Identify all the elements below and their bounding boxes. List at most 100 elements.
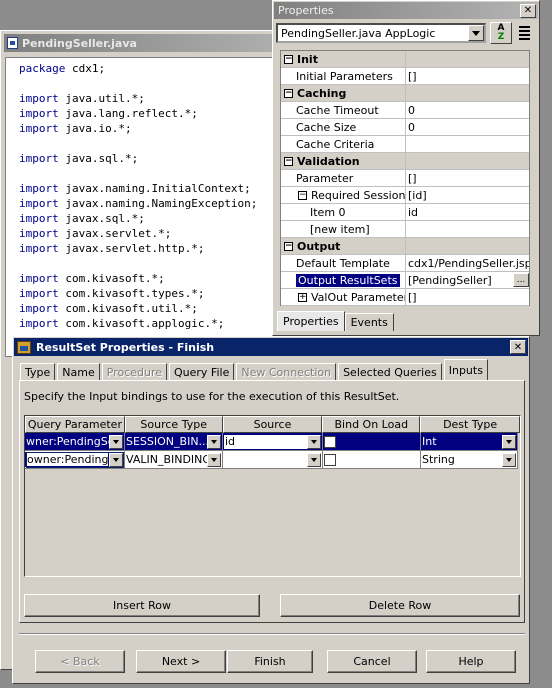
delete-row-button[interactable]: Delete Row [280,594,520,617]
code-line: import com.kivasoft.util.*; [19,301,284,316]
finish-button[interactable]: Finish [227,650,313,673]
tab-properties[interactable]: Properties [277,311,345,331]
column-header[interactable]: Source Type [124,416,223,433]
editor-titlebar[interactable]: PendingSeller.java [4,34,286,52]
input-bindings-table[interactable]: Query Parameter Source Type Source Bind On … [24,415,521,577]
next-button[interactable]: Next > [136,650,226,673]
cancel-button[interactable]: Cancel [327,650,417,673]
property-value[interactable] [406,136,529,152]
chevron-down-icon[interactable] [468,25,484,41]
collapse-icon[interactable]: − [284,241,293,251]
property-row[interactable]: Item 0 id [281,204,529,221]
property-name: Init [297,52,318,66]
source-input[interactable] [224,452,307,467]
property-value[interactable]: [] [406,170,529,186]
code-editor[interactable]: package cdx1; import java.util.*; import j… [5,57,285,357]
source-cell[interactable] [223,451,323,469]
column-header[interactable]: Query Parameter [25,416,125,433]
bind-on-load-checkbox[interactable] [324,453,336,466]
sort-alphabetical-button[interactable]: A Z [490,22,512,44]
chevron-down-icon[interactable] [109,434,123,449]
property-name: ValOut Parameter [311,290,406,304]
property-value[interactable]: id [406,204,529,220]
chevron-down-icon[interactable] [207,452,221,467]
tab-type[interactable]: Type [20,363,56,381]
property-row[interactable]: Output ResultSets [PendingSeller]... [281,272,529,289]
property-value[interactable]: cdx1/PendingSeller.jsp [406,255,529,271]
property-category-row[interactable]: − Output [281,238,529,255]
dest-type-cell[interactable]: Int [421,433,518,451]
properties-window: Properties ✕ PendingSeller.java AppLogic… [272,0,540,336]
back-button[interactable]: < Back [35,650,125,673]
object-select[interactable]: PendingSeller.java AppLogic [276,23,486,43]
property-name-cell: − Validation [281,153,406,169]
code-keyword: import [19,302,59,315]
property-row[interactable]: Initial Parameters [] [281,68,529,85]
chevron-down-icon[interactable] [109,452,123,467]
chevron-down-icon[interactable] [502,434,516,449]
source-cell[interactable]: id [223,433,323,451]
bind-on-load-checkbox[interactable] [324,435,336,448]
property-value[interactable]: 0 [406,119,529,135]
property-value[interactable]: [] [406,68,529,84]
property-name: Validation [297,154,360,168]
tab-inputs[interactable]: Inputs [443,359,488,381]
property-row[interactable]: Cache Timeout 0 [281,102,529,119]
chevron-down-icon[interactable] [307,434,321,449]
tab-selected-queries[interactable]: Selected Queries [338,363,442,381]
properties-titlebar[interactable]: Properties ✕ [274,2,538,19]
query-parameter-cell[interactable]: wner:PendingSel [25,433,125,451]
property-category-row[interactable]: − Init [281,51,529,68]
dest-type-cell[interactable]: String [421,451,518,469]
column-header[interactable]: Dest Type [420,416,520,433]
collapse-icon[interactable]: − [284,88,293,98]
property-name-cell: − Required Sessions [281,187,406,203]
source-type-cell[interactable]: SESSION_BIN... [125,433,223,451]
property-row[interactable]: Default Template cdx1/PendingSeller.jsp [281,255,529,272]
property-row[interactable]: Cache Size 0 [281,119,529,136]
close-icon[interactable]: ✕ [520,3,536,18]
table-row[interactable]: owner:PendingSeller VALIN_BINDING String [25,451,520,469]
property-category-row[interactable]: − Validation [281,153,529,170]
table-row[interactable]: wner:PendingSel SESSION_BIN... id Int [25,433,520,451]
expand-icon[interactable]: + [298,292,307,302]
property-value[interactable] [406,221,529,237]
property-grid[interactable]: − Init Initial Parameters[] − Caching Cache T… [280,50,530,306]
help-button[interactable]: Help [426,650,516,673]
query-parameter-cell-value: wner:PendingSel [26,435,109,448]
code-text: java.sql.*; [58,152,139,165]
chevron-down-icon[interactable] [502,452,516,467]
tab-query-file[interactable]: Query File [169,363,235,381]
property-value[interactable]: 0 [406,102,529,118]
tab-events[interactable]: Events [344,313,394,331]
source-type-cell[interactable]: VALIN_BINDING [125,451,223,469]
categorized-view-icon[interactable] [515,22,535,44]
ellipsis-button[interactable]: ... [513,273,529,287]
insert-row-button[interactable]: Insert Row [24,594,260,617]
property-row[interactable]: Parameter [] [281,170,529,187]
property-value[interactable]: [] [406,289,529,305]
property-row[interactable]: [new item] [281,221,529,238]
property-row[interactable]: + ValOut Parameter[] [281,289,529,306]
source-input[interactable]: id [224,434,307,449]
property-value[interactable]: [PendingSeller]... [406,272,529,288]
property-value[interactable]: [id] [406,187,529,203]
column-header[interactable]: Bind On Load [322,416,421,433]
property-category-row[interactable]: − Caching [281,85,529,102]
collapse-icon[interactable]: − [284,156,293,166]
dialog-titlebar[interactable]: ResultSet Properties - Finish ✕ [14,338,528,356]
close-icon[interactable]: ✕ [510,340,526,354]
collapse-icon[interactable]: − [284,54,293,64]
query-parameter-cell[interactable]: owner:PendingSeller [25,451,125,469]
column-header[interactable]: Source [222,416,323,433]
code-text: java.io.*; [58,122,132,135]
tab-name[interactable]: Name [57,363,100,381]
property-row[interactable]: − Required Sessions [id] [281,187,529,204]
property-row[interactable]: Cache Criteria [281,136,529,153]
chevron-down-icon[interactable] [307,452,321,467]
property-value-text: [] [408,290,417,304]
source-type-cell-value: VALIN_BINDING [126,453,207,466]
property-value-text: cdx1/PendingSeller.jsp [408,256,529,270]
chevron-down-icon[interactable] [207,434,221,449]
collapse-icon[interactable]: − [298,190,307,200]
